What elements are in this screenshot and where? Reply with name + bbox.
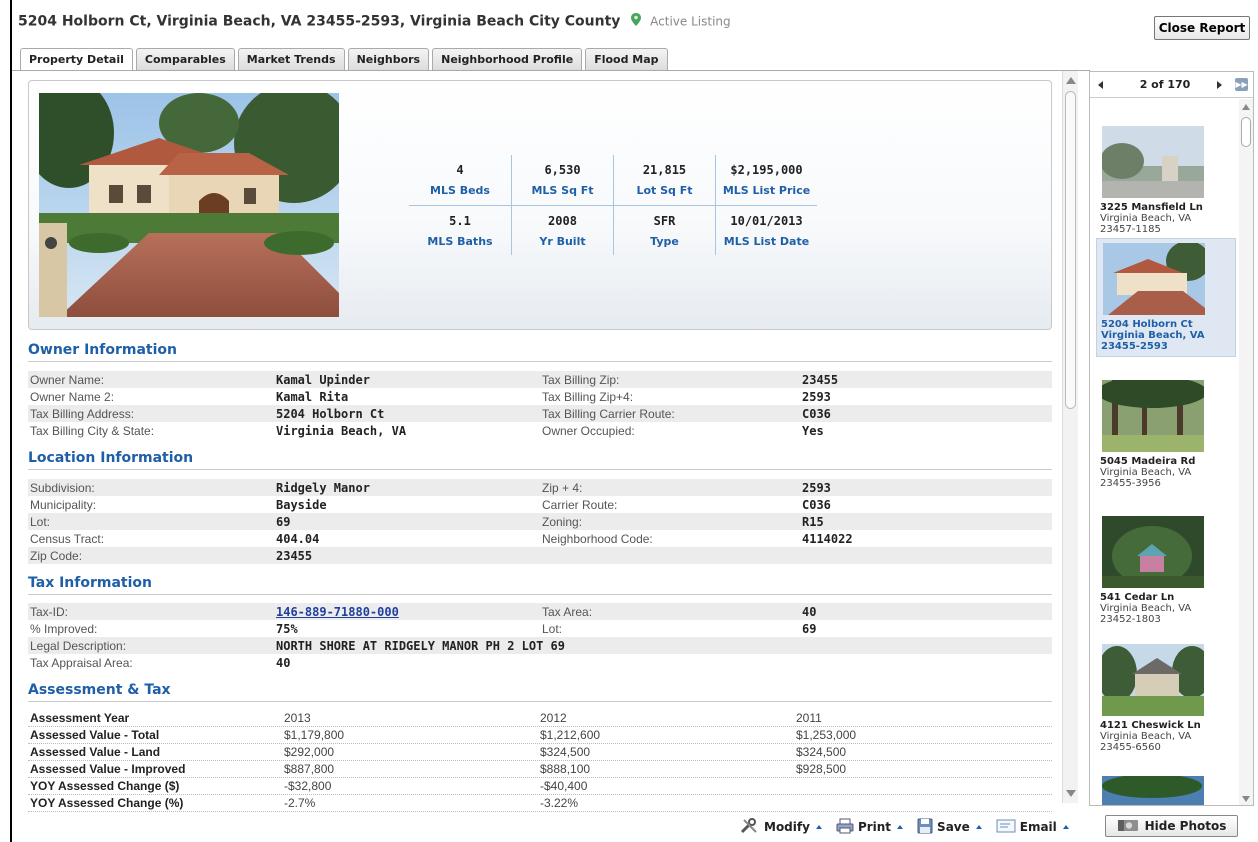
listing-status: Active Listing: [650, 14, 731, 29]
stats-row-1: 4 MLS Beds 6,530 MLS Sq Ft 21,815 Lot Sq…: [409, 155, 817, 205]
sidebar-item-selected[interactable]: 5204 Holborn Ct Virginia Beach, VA 23455…: [1096, 238, 1236, 357]
sidebar-item[interactable]: 541 Cedar Ln Virginia Beach, VA 23452-18…: [1096, 512, 1236, 629]
sidebar-pager: 2 of 170 ▶▶: [1090, 72, 1253, 98]
stat-type: SFR Type: [613, 206, 715, 255]
table-row: Assessment Year 2013 2012 2011: [28, 710, 1052, 727]
property-photo[interactable]: [39, 93, 339, 317]
floppy-disk-icon: [917, 818, 933, 837]
assessment-section-title: Assessment & Tax: [28, 680, 1052, 702]
property-thumbnail: [1102, 516, 1204, 588]
table-row: Tax Billing Address: 5204 Holborn Ct Tax B…: [28, 405, 1052, 422]
location-table: Subdivision: Ridgely Manor Zip + 4: 2593 Mu…: [28, 479, 1052, 564]
stat-sqft: 6,530 MLS Sq Ft: [511, 155, 613, 205]
stat-lot-sqft: 21,815 Lot Sq Ft: [613, 155, 715, 205]
record-counter: 2 of 170: [1139, 78, 1191, 91]
table-row: YOY Assessed Change ($) -$32,800 -$40,400: [28, 778, 1052, 795]
stats-row-2: 5.1 MLS Baths 2008 Yr Built SFR Type 10/…: [409, 205, 817, 255]
page-title: 5204 Holborn Ct, Virginia Beach, VA 2345…: [18, 13, 731, 30]
scroll-thumb[interactable]: [1065, 91, 1076, 409]
property-summary-panel: 4 MLS Beds 6,530 MLS Sq Ft 21,815 Lot Sq…: [28, 80, 1052, 330]
tab-property-detail[interactable]: Property Detail: [20, 48, 133, 71]
modify-button[interactable]: Modify: [740, 817, 822, 837]
caret-up-icon: [1062, 825, 1069, 829]
stat-year-built: 2008 Yr Built: [511, 206, 613, 255]
table-row: Tax Appraisal Area: 40: [30, 655, 291, 670]
table-row: Subdivision: Ridgely Manor Zip + 4: 2593: [28, 479, 1052, 496]
property-address: 5204 Holborn Ct, Virginia Beach, VA 2345…: [18, 13, 621, 30]
tax-section-title: Tax Information: [28, 573, 1052, 595]
table-row: Owner Name: Kamal Upinder Tax Billing Zip:…: [28, 371, 1052, 388]
stat-baths: 5.1 MLS Baths: [427, 214, 493, 248]
save-button[interactable]: Save: [917, 818, 982, 837]
tab-neighborhood-profile[interactable]: Neighborhood Profile: [432, 48, 583, 70]
summary-stats: 4 MLS Beds 6,530 MLS Sq Ft 21,815 Lot Sq…: [409, 155, 817, 255]
last-page-icon[interactable]: ▶▶: [1235, 78, 1248, 91]
tab-bar: Property Detail Comparables Market Trend…: [20, 48, 668, 71]
hide-photos-button[interactable]: Hide Photos: [1105, 815, 1238, 837]
sidebar-item[interactable]: 4121 Cheswick Ln Virginia Beach, VA 2345…: [1096, 640, 1236, 757]
caret-up-icon: [815, 825, 822, 829]
property-thumbnail: [1102, 126, 1204, 198]
owner-section-title: Owner Information: [28, 340, 1052, 362]
caret-up-icon: [975, 825, 982, 829]
table-row: Assessed Value - Land $292,000 $324,500 $32…: [28, 744, 1052, 761]
scroll-up-icon[interactable]: [1242, 104, 1250, 110]
email-button[interactable]: Email: [996, 818, 1069, 837]
scroll-up-icon[interactable]: [1066, 77, 1076, 84]
sidebar-item[interactable]: [1096, 772, 1236, 805]
scroll-down-icon[interactable]: [1242, 796, 1250, 802]
table-row: % Improved: 75% Lot: 69: [30, 621, 817, 636]
property-thumbnail: [1102, 644, 1204, 716]
next-arrow-icon[interactable]: [1217, 81, 1222, 89]
tax-id-link[interactable]: 146-889-71880-000: [276, 605, 542, 619]
property-thumbnail: [1102, 380, 1204, 452]
assessment-table: Assessment Year 2013 2012 2011 Assessed Val…: [28, 710, 1052, 812]
report-content: 4 MLS Beds 6,530 MLS Sq Ft 21,815 Lot Sq…: [14, 71, 1062, 819]
table-row: Tax-ID: 146-889-71880-000 Tax Area: 40: [28, 603, 1052, 620]
comparables-sidebar: 2 of 170 ▶▶ 3225 Mansfield Ln Virginia B…: [1089, 71, 1254, 806]
report-toolbar: Modify Print Save Email: [740, 817, 1069, 837]
property-thumbnail: [1102, 776, 1204, 805]
property-thumbnail: [1103, 243, 1205, 315]
table-row: Assessed Value - Improved $887,800 $888,10…: [28, 761, 1052, 778]
stat-list-price: $2,195,000 MLS List Price: [715, 155, 817, 205]
camera-icon: [1117, 818, 1139, 835]
location-section-title: Location Information: [28, 448, 1052, 470]
table-row: Lot: 69 Zoning: R15: [28, 513, 1052, 530]
tab-comparables[interactable]: Comparables: [135, 48, 235, 70]
sidebar-item[interactable]: 5045 Madeira Rd Virginia Beach, VA 23455…: [1096, 376, 1236, 493]
print-button[interactable]: Print: [836, 818, 904, 837]
window-left-border: [10, 0, 12, 842]
caret-up-icon: [897, 825, 904, 829]
table-row: Owner Name 2: Kamal Rita Tax Billing Zip+4…: [30, 389, 831, 404]
owner-table: Owner Name: Kamal Upinder Tax Billing Zip:…: [28, 371, 1052, 439]
table-row: Municipality: Bayside Carrier Route: C036: [30, 497, 831, 512]
table-row: Assessed Value - Total $1,179,800 $1,212,6…: [28, 727, 1052, 744]
sidebar-item[interactable]: 3225 Mansfield Ln Virginia Beach, VA 234…: [1096, 122, 1236, 239]
scroll-thumb[interactable]: [1241, 117, 1251, 147]
map-pin-icon: [631, 13, 642, 30]
tax-table: Tax-ID: 146-889-71880-000 Tax Area: 40 %…: [28, 603, 1052, 671]
stat-beds: 4 MLS Beds: [430, 163, 490, 197]
table-row: Legal Description: NORTH SHORE AT RIDGEL…: [28, 637, 1052, 654]
table-row: Tax Billing City & State: Virginia Beach,…: [30, 423, 824, 438]
previous-arrow-icon[interactable]: [1098, 81, 1103, 89]
email-icon: [996, 818, 1016, 837]
printer-icon: [836, 818, 854, 837]
sidebar-scrollbar[interactable]: [1239, 99, 1253, 805]
stat-list-date: 10/01/2013 MLS List Date: [715, 206, 817, 255]
tab-neighbors[interactable]: Neighbors: [347, 48, 430, 70]
close-report-button[interactable]: Close Report: [1154, 16, 1250, 40]
table-row: Census Tract: 404.04 Neighborhood Code: 411…: [30, 531, 853, 546]
scroll-down-icon[interactable]: [1066, 790, 1076, 797]
content-scrollbar[interactable]: [1062, 71, 1078, 803]
tab-flood-map[interactable]: Flood Map: [585, 48, 668, 70]
tab-market-trends[interactable]: Market Trends: [237, 48, 345, 70]
table-row: Zip Code: 23455: [28, 547, 1052, 564]
wrench-icon: [740, 817, 760, 837]
table-row: YOY Assessed Change (%) -2.7% -3.22%: [28, 795, 1052, 812]
